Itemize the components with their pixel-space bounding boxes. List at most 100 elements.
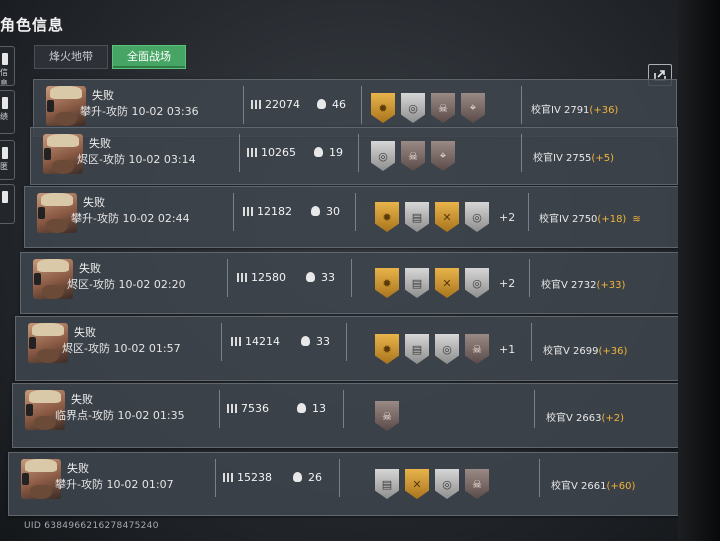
divider (351, 259, 352, 297)
left-nav-hidden[interactable]: 匿 (0, 140, 15, 180)
kills-value: 33 (321, 271, 335, 284)
record-icon (2, 97, 8, 109)
match-kills: 30 (311, 205, 340, 218)
target-medal-icon[interactable]: ◎ (401, 93, 425, 123)
match-mode-time: 烬区-攻防 10-02 01:57 (62, 342, 181, 355)
match-kills: 19 (314, 146, 343, 159)
divider (534, 390, 535, 428)
match-result: 失败 (83, 196, 105, 209)
rank-score: 校官V 2732 (541, 280, 597, 291)
medal-list: ✹ ◎ ☠ ⌖ (371, 93, 485, 123)
more-medals-count: +2 (499, 276, 516, 290)
skull-medal-icon[interactable]: ☠ (465, 334, 489, 364)
divider (539, 459, 540, 497)
score-bar-icon (247, 148, 257, 157)
rank-info: 校官V 2661(+60) (551, 477, 635, 492)
match-kills: 33 (306, 271, 335, 284)
player-uid: UID 6384966216278475240 (24, 521, 159, 531)
ammo-medal-icon[interactable]: ▤ (405, 202, 429, 232)
kills-value: 19 (329, 146, 343, 159)
rank-delta: (+18) (597, 214, 627, 225)
device-bezel-right (678, 0, 720, 541)
score-value: 22074 (265, 98, 300, 111)
target-medal-icon[interactable]: ◎ (435, 334, 459, 364)
trophy-medal-icon[interactable]: ✹ (375, 202, 399, 232)
axe-medal-icon[interactable]: ✕ (405, 469, 429, 499)
tab-full-warfare[interactable]: 全面战场 (112, 45, 186, 69)
match-kills: 33 (301, 335, 330, 348)
match-result: 失败 (89, 137, 111, 150)
left-nav-record[interactable]: 绩 (0, 90, 15, 134)
kills-value: 13 (312, 402, 326, 415)
medal-list: ◎ ☠ ⌖ (371, 141, 455, 171)
divider (528, 193, 529, 231)
divider (343, 390, 344, 428)
left-nav-label: 绩 (0, 112, 8, 121)
kills-value: 46 (332, 98, 346, 111)
match-score: 12580 (237, 271, 286, 284)
match-mode-time: 攀升-攻防 10-02 03:36 (80, 105, 199, 118)
divider (358, 134, 359, 172)
target-medal-icon[interactable]: ◎ (435, 469, 459, 499)
score-value: 14214 (245, 335, 280, 348)
rank-up-icon: ≋ (632, 214, 641, 225)
divider (355, 193, 356, 231)
skull-medal-icon[interactable]: ☠ (431, 93, 455, 123)
rank-info: 校官V 2699(+36) (543, 342, 627, 357)
divider (221, 323, 222, 361)
match-score: 14214 (231, 335, 280, 348)
page-title: 角色信息 (0, 16, 65, 34)
divider (215, 459, 216, 497)
rank-info: 校官V 2663(+2) (546, 409, 624, 424)
left-nav-other[interactable] (0, 184, 15, 224)
kills-value: 26 (308, 471, 322, 484)
kills-value: 33 (316, 335, 330, 348)
medal-list: ✹ ▤ ✕ ◎ +2 (375, 202, 515, 232)
ammo-medal-icon[interactable]: ▤ (375, 469, 399, 499)
match-row[interactable]: 失败 临界点-攻防 10-02 01:35 7536 13 ☠ 校官V 2663… (12, 383, 694, 448)
rank-score: 校官IV 2791 (531, 105, 590, 116)
skull-medal-icon[interactable]: ☠ (465, 469, 489, 499)
match-mode-time: 攀升-攻防 10-02 02:44 (71, 212, 190, 225)
ammo-medal-icon[interactable]: ▤ (405, 268, 429, 298)
mode-tabs: 烽火地带 全面战场 (34, 45, 186, 69)
rank-score: 校官IV 2755 (533, 153, 592, 164)
divider (233, 193, 234, 231)
skull-medal-icon[interactable]: ☠ (375, 401, 399, 431)
tab-extraction[interactable]: 烽火地带 (34, 45, 108, 69)
crosshair-medal-icon[interactable]: ⌖ (431, 141, 455, 171)
skull-icon (301, 336, 310, 346)
divider (243, 86, 244, 124)
skull-icon (314, 147, 323, 157)
trophy-medal-icon[interactable]: ✹ (375, 334, 399, 364)
divider (531, 323, 532, 361)
axe-medal-icon[interactable]: ✕ (435, 268, 459, 298)
target-medal-icon[interactable]: ◎ (465, 268, 489, 298)
match-row[interactable]: 失败 攀升-攻防 10-02 02:44 12182 30 ✹ ▤ ✕ ◎ +2 校官I… (24, 186, 681, 248)
axe-medal-icon[interactable]: ✕ (435, 202, 459, 232)
crosshair-medal-icon[interactable]: ⌖ (461, 93, 485, 123)
rank-info: 校官IV 2755(+5) (533, 149, 614, 164)
ammo-medal-icon[interactable]: ▤ (405, 334, 429, 364)
score-value: 15238 (237, 471, 272, 484)
match-row[interactable]: 失败 攀升-攻防 10-02 01:07 15238 26 ▤ ✕ ◎ ☠ 校官V 2… (8, 452, 696, 516)
target-medal-icon[interactable]: ◎ (371, 141, 395, 171)
match-result: 失败 (79, 262, 101, 275)
medal-list: ✹ ▤ ✕ ◎ +2 (375, 268, 515, 298)
match-row[interactable]: 失败 烬区-攻防 10-02 03:14 10265 19 ◎ ☠ ⌖ 校官IV 2… (30, 127, 678, 185)
score-bar-icon (231, 337, 241, 346)
divider (219, 390, 220, 428)
left-nav-info[interactable]: 信息 (0, 46, 15, 86)
match-row[interactable]: 失败 烬区-攻防 10-02 02:20 12580 33 ✹ ▤ ✕ ◎ +2 校官V… (20, 252, 685, 314)
trophy-medal-icon[interactable]: ✹ (375, 268, 399, 298)
match-row[interactable]: 失败 烬区-攻防 10-02 01:57 14214 33 ✹ ▤ ◎ ☠ +1 校官V… (15, 316, 690, 381)
rank-delta: (+2) (601, 413, 625, 424)
skull-medal-icon[interactable]: ☠ (401, 141, 425, 171)
score-value: 12580 (251, 271, 286, 284)
rank-delta: (+36) (589, 105, 619, 116)
match-result: 失败 (92, 89, 114, 102)
skull-icon (297, 403, 306, 413)
target-medal-icon[interactable]: ◎ (465, 202, 489, 232)
trophy-medal-icon[interactable]: ✹ (371, 93, 395, 123)
match-score: 10265 (247, 146, 296, 159)
